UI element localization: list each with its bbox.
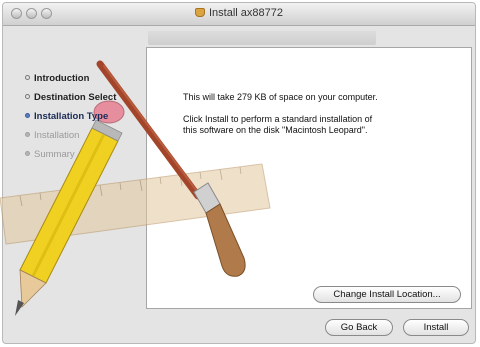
step-bullet-icon	[25, 151, 30, 156]
title-bar: Install ax88772	[3, 3, 475, 26]
package-icon	[195, 8, 205, 17]
install-instructions-line-1: Click Install to perform a standard inst…	[183, 114, 373, 124]
step-summary: Summary	[25, 149, 75, 160]
install-instructions-line-2: this software on the disk "Macintosh Leo…	[183, 125, 368, 135]
step-label: Installation Type	[34, 111, 109, 122]
step-label: Installation	[34, 130, 80, 141]
step-installation: Installation	[25, 130, 79, 141]
step-label: Destination Select	[34, 92, 117, 103]
step-label: Summary	[34, 149, 75, 160]
steps-sidebar: Introduction Destination Select Installa…	[3, 26, 153, 316]
content-pane: This will take 279 KB of space on your c…	[146, 47, 472, 309]
window-title: Install ax88772	[209, 7, 283, 19]
step-installation-type: Installation Type	[25, 111, 108, 122]
step-bullet-icon	[25, 113, 30, 118]
step-introduction: Introduction	[25, 73, 89, 84]
installer-window: Install ax88772 This will take 279 KB of…	[2, 2, 476, 344]
step-bullet-icon	[25, 75, 30, 80]
space-required-text: This will take 279 KB of space on your c…	[183, 92, 378, 102]
pane-header-bar	[148, 31, 376, 45]
go-back-button[interactable]: Go Back	[325, 319, 393, 336]
window-title-group: Install ax88772	[3, 7, 475, 19]
step-bullet-icon	[25, 94, 30, 99]
step-destination-select: Destination Select	[25, 92, 116, 103]
step-bullet-icon	[25, 132, 30, 137]
install-button[interactable]: Install	[403, 319, 469, 336]
change-install-location-button[interactable]: Change Install Location...	[313, 286, 461, 303]
step-label: Introduction	[34, 73, 90, 84]
